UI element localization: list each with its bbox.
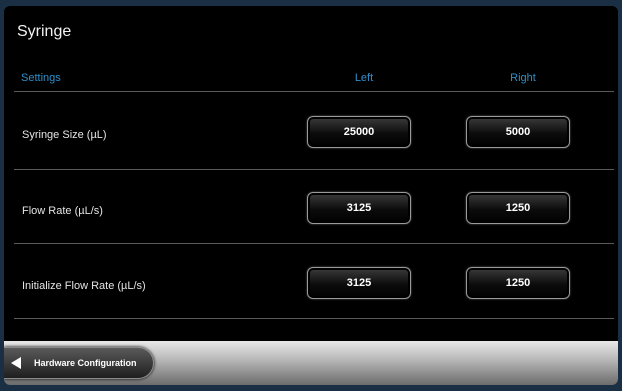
flow-rate-left-field[interactable]: 3125 bbox=[307, 192, 411, 224]
syringe-size-label: Syringe Size (µL) bbox=[22, 129, 107, 141]
header-right: Right bbox=[510, 72, 536, 84]
initialize-flow-rate-left-field[interactable]: 3125 bbox=[307, 267, 411, 299]
divider bbox=[14, 169, 614, 170]
syringe-size-right-field[interactable]: 5000 bbox=[466, 116, 570, 148]
flow-rate-right-field[interactable]: 1250 bbox=[466, 192, 570, 224]
initialize-flow-rate-label: Initialize Flow Rate (µL/s) bbox=[22, 280, 146, 292]
header-left: Left bbox=[354, 72, 374, 84]
divider bbox=[14, 318, 614, 319]
header-settings: Settings bbox=[21, 72, 61, 84]
back-button-label: Hardware Configuration bbox=[34, 358, 137, 368]
divider bbox=[14, 243, 614, 244]
page-title: Syringe bbox=[17, 23, 72, 40]
flow-rate-label: Flow Rate (µL/s) bbox=[22, 205, 103, 217]
footer-bar: Hardware Configuration bbox=[4, 341, 618, 385]
initialize-flow-rate-right-field[interactable]: 1250 bbox=[466, 267, 570, 299]
hardware-configuration-back-button[interactable]: Hardware Configuration bbox=[4, 347, 154, 379]
syringe-size-left-field[interactable]: 25000 bbox=[307, 116, 411, 148]
arrow-left-icon bbox=[11, 357, 21, 369]
divider bbox=[14, 91, 614, 92]
syringe-screen: Syringe Settings Left Right Syringe Size… bbox=[4, 6, 618, 385]
